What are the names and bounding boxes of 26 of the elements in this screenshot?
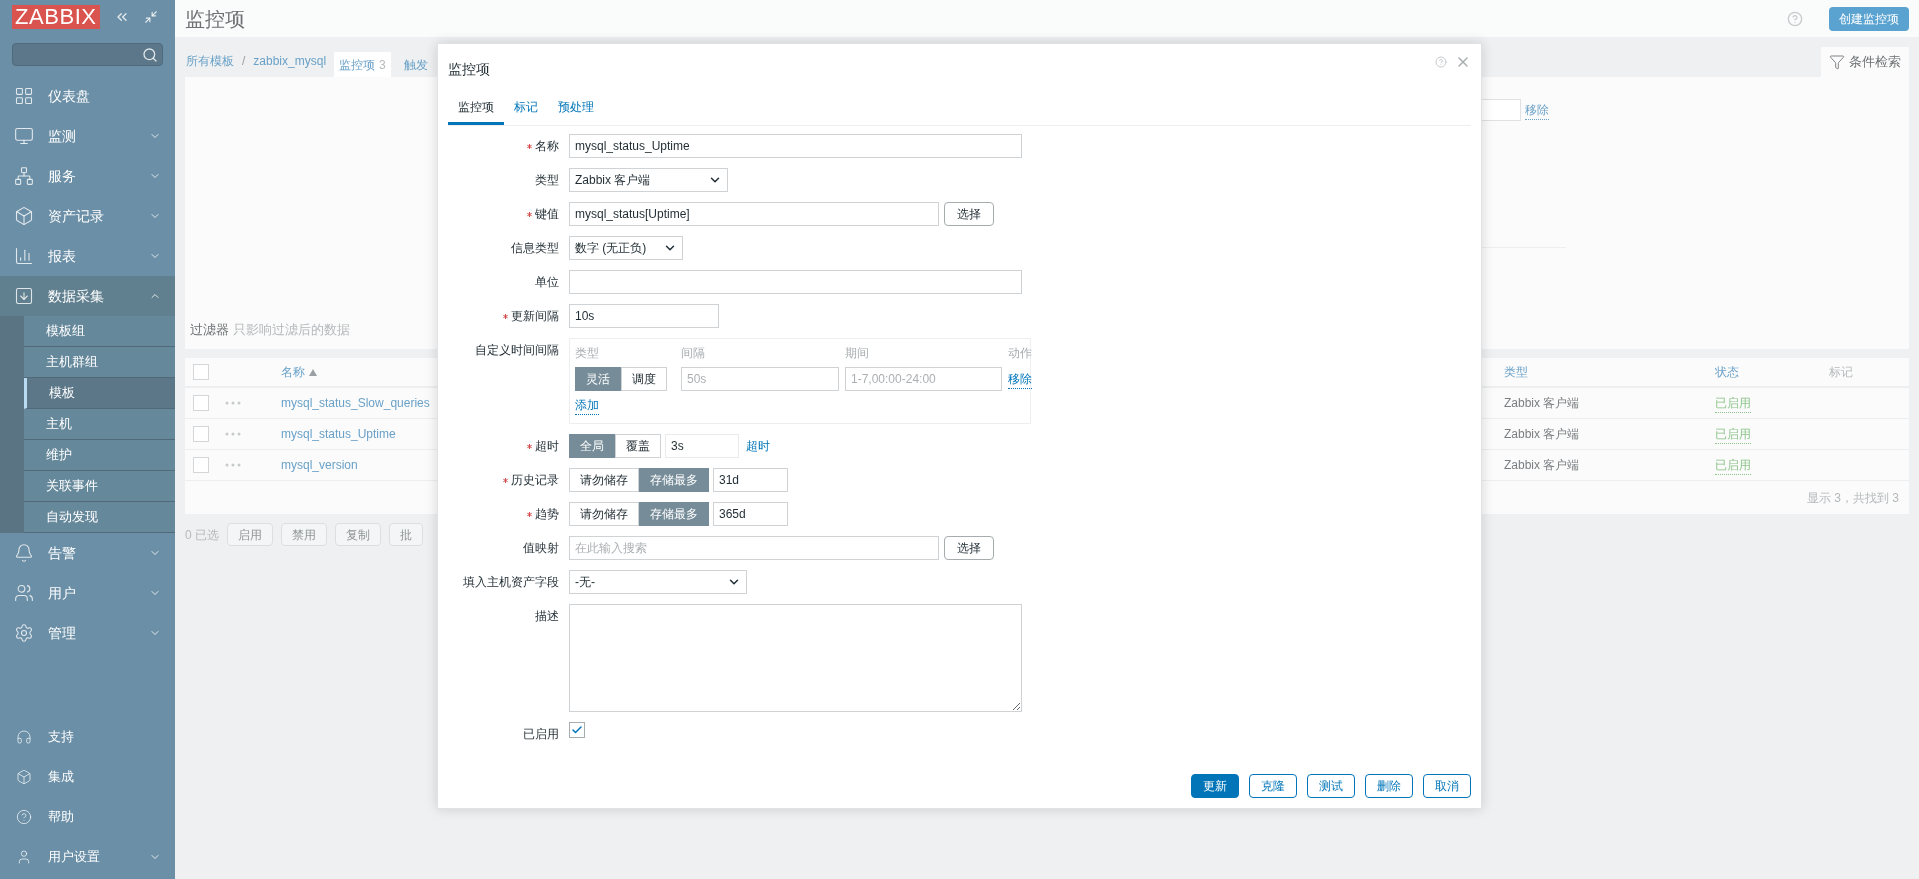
field-label: 键值 (438, 202, 559, 226)
dialog-title: 监控项 (448, 60, 490, 79)
field-label: 更新间隔 (438, 304, 559, 328)
field-label: 历史记录 (438, 468, 559, 492)
field-label: 类型 (534, 172, 559, 189)
column-header: 类型 (575, 345, 600, 362)
field-label: 名称 (438, 134, 559, 158)
field-label: 填入主机资产字段 (462, 574, 559, 591)
filter-note: 过滤器 只影响过滤后的数据 (189, 320, 351, 339)
field-label: 趋势 (438, 502, 559, 526)
column-header: 间隔 (681, 345, 706, 362)
field-label: 自定义时间间隔 (474, 342, 559, 359)
column-header: 动作 (1008, 345, 1032, 362)
page-title: 监控项 (185, 6, 245, 32)
field-label: 值映射 (522, 540, 559, 557)
column-header: 期间 (845, 345, 870, 362)
table-footer-text: 显示 3，共找到 3 (1807, 489, 1899, 507)
field-label: 已启用 (522, 726, 559, 743)
field-label: 超时 (438, 434, 559, 458)
table-cell-text: Zabbix 客户端 (1504, 457, 1581, 474)
breadcrumb-separator: / (242, 53, 246, 70)
field-label: 描述 (534, 608, 559, 625)
field-label: 单位 (534, 274, 559, 291)
table-cell-text: Zabbix 客户端 (1504, 395, 1581, 412)
field-label: 信息类型 (510, 240, 559, 257)
table-cell-text: Zabbix 客户端 (1504, 426, 1581, 443)
